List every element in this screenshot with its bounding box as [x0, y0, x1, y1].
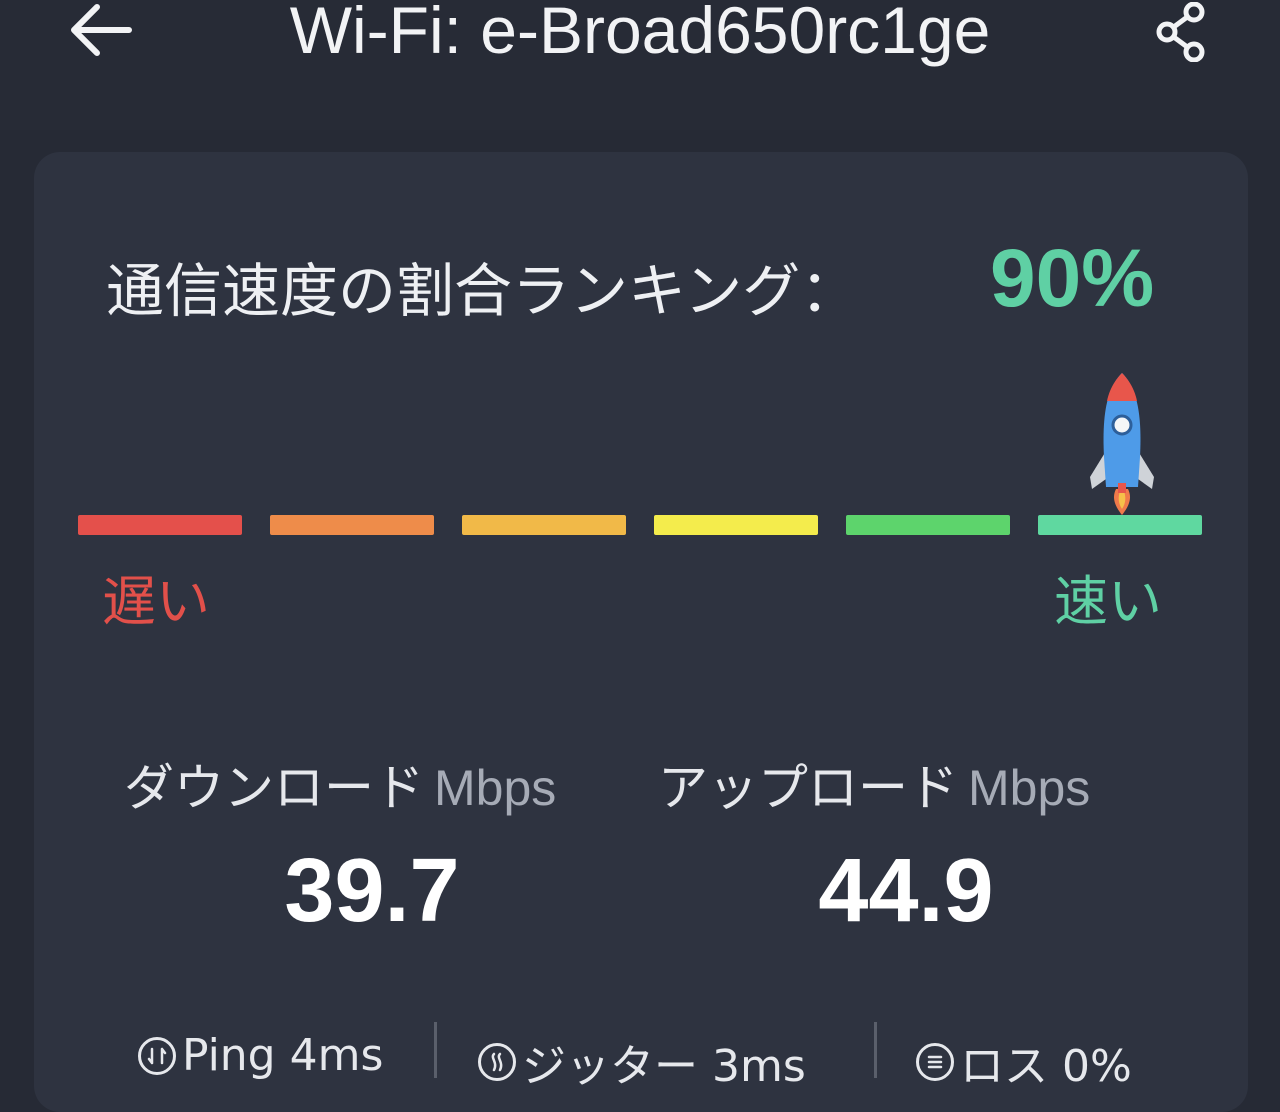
ping-stat: Ping 4ms	[138, 1030, 383, 1081]
upload-label-text: アップロード	[658, 759, 958, 817]
stats-divider	[874, 1022, 877, 1078]
scale-segment-4	[654, 515, 818, 535]
scale-segment-3	[462, 515, 626, 535]
scale-segment-5	[846, 515, 1010, 535]
upload-value: 44.9	[818, 841, 994, 941]
jitter-stat: ジッター 3ms	[478, 1030, 806, 1094]
download-label: ダウンロード Mbps	[124, 748, 556, 820]
loss-text: ロス 0%	[960, 1041, 1132, 1092]
scale-segment-6	[1038, 515, 1202, 535]
download-unit: Mbps	[434, 760, 557, 816]
page-title: Wi-Fi: e-Broad650rc1ge	[289, 0, 991, 67]
upload-label: アップロード Mbps	[658, 748, 1090, 820]
loss-icon	[916, 1043, 954, 1081]
share-button[interactable]	[1140, 0, 1220, 64]
rocket-icon	[1090, 373, 1154, 515]
back-button[interactable]	[60, 0, 140, 60]
slow-label: 遅い	[102, 570, 210, 633]
share-icon	[1156, 2, 1205, 62]
back-arrow-icon	[71, 4, 132, 56]
ping-icon	[138, 1036, 176, 1075]
scale-segment-1	[78, 515, 242, 535]
jitter-text: ジッター 3ms	[522, 1041, 806, 1092]
download-value: 39.7	[284, 841, 460, 941]
download-label-text: ダウンロード	[124, 759, 424, 817]
scale-segment-2	[270, 515, 434, 535]
loss-stat: ロス 0%	[916, 1030, 1132, 1094]
upload-unit: Mbps	[968, 760, 1091, 816]
stats-row: Ping 4ms ジッター 3ms ロス 0%	[34, 1012, 1248, 1092]
speed-result-card: 通信速度の割合ランキング： 90% 遅い 速い ダウンロード Mbps アップロー…	[34, 152, 1248, 1112]
ranking-value: 90%	[990, 233, 1155, 324]
app-header: Wi-Fi: e-Broad650rc1ge	[0, 0, 1280, 130]
stats-divider	[434, 1022, 437, 1078]
fast-label: 速い	[1054, 570, 1162, 633]
jitter-icon	[478, 1043, 516, 1081]
ranking-label: 通信速度の割合ランキング：	[106, 257, 859, 325]
ping-text: Ping 4ms	[182, 1030, 384, 1081]
